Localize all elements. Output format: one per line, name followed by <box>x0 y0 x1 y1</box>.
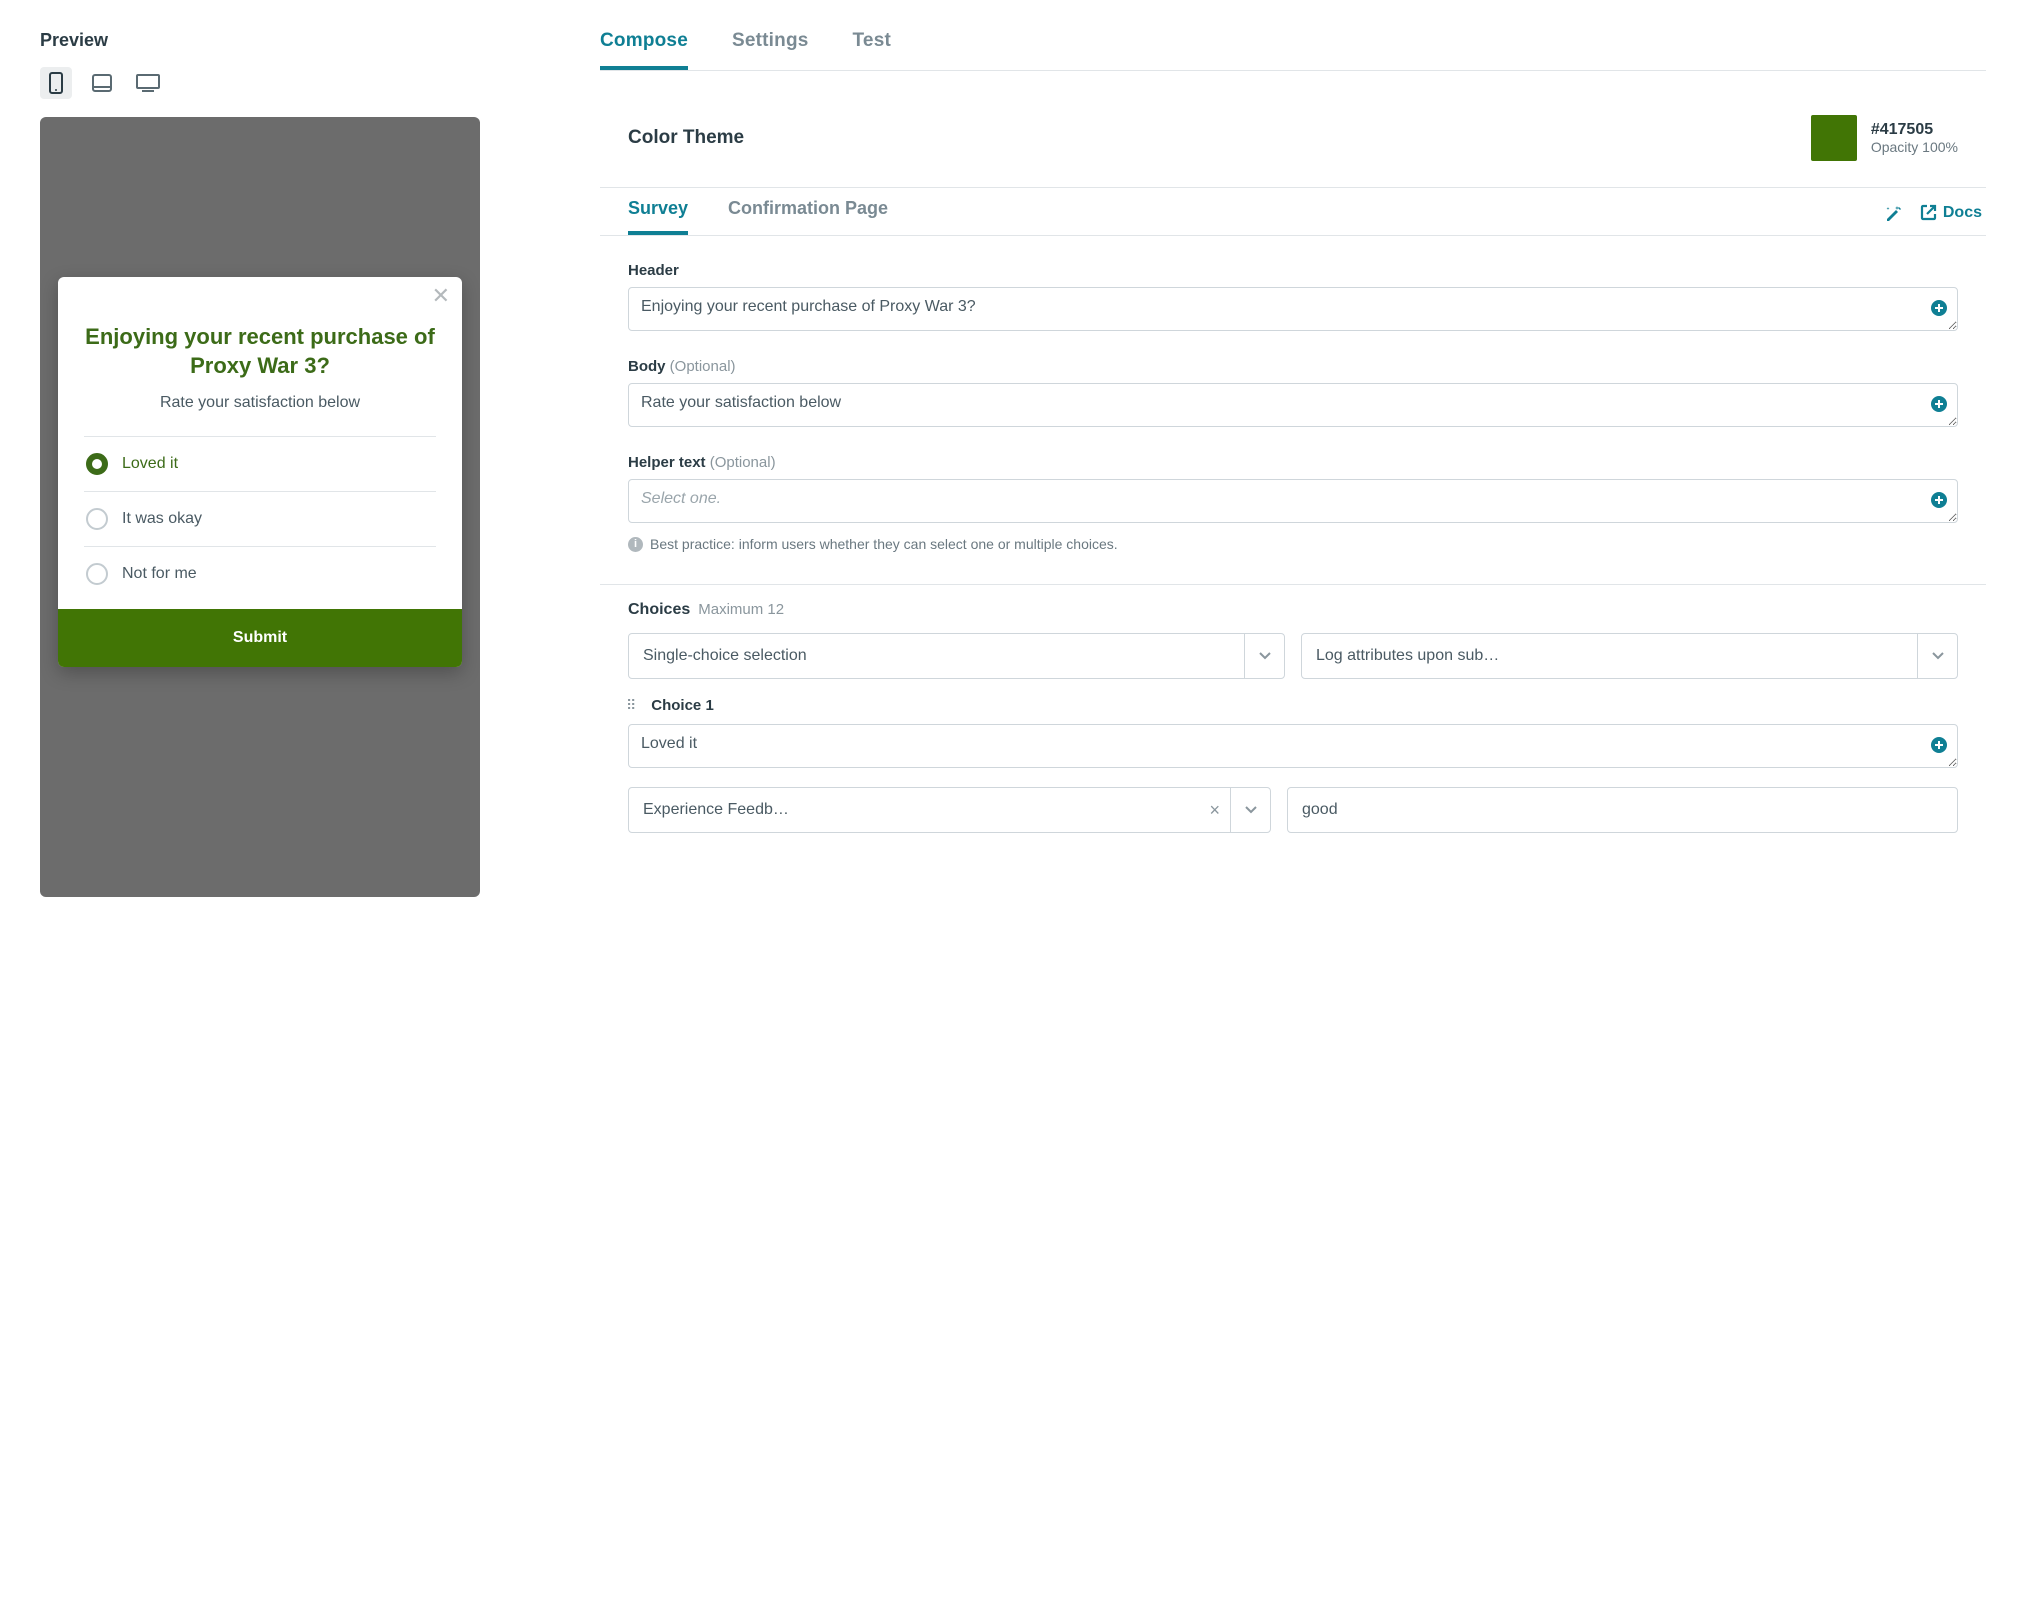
preview-title: Preview <box>40 30 480 51</box>
submit-button[interactable]: Submit <box>58 609 462 667</box>
body-field-label: Body (Optional) <box>628 358 1958 375</box>
tab-test[interactable]: Test <box>853 30 891 70</box>
docs-label: Docs <box>1943 204 1982 222</box>
survey-card: ✕ Enjoying your recent purchase of Proxy… <box>58 277 462 667</box>
choice-1-tag-select[interactable]: Experience Feedb… × <box>628 787 1271 833</box>
plus-circle-icon <box>1930 491 1948 509</box>
survey-body: Rate your satisfaction below <box>84 394 436 412</box>
subtab-survey[interactable]: Survey <box>628 198 688 235</box>
chevron-down-icon <box>1244 634 1284 678</box>
close-icon[interactable]: ✕ <box>432 285 450 307</box>
phone-icon <box>49 72 63 94</box>
select-value: Log attributes upon sub… <box>1302 647 1917 665</box>
choice-1-input[interactable] <box>628 724 1958 768</box>
tablet-icon <box>92 74 112 92</box>
helper-input[interactable] <box>628 479 1958 523</box>
magic-wand-button[interactable] <box>1884 204 1902 222</box>
magic-wand-icon <box>1884 204 1902 222</box>
survey-choice[interactable]: Loved it <box>84 436 436 491</box>
editor-tabs: Compose Settings Test <box>600 30 1986 71</box>
insert-variable-button[interactable] <box>1930 395 1948 413</box>
tab-settings[interactable]: Settings <box>732 30 809 70</box>
radio-icon <box>86 508 108 530</box>
device-tablet-button[interactable] <box>86 67 118 99</box>
chevron-down-icon <box>1230 788 1270 832</box>
preview-frame: ✕ Enjoying your recent purchase of Proxy… <box>40 117 480 897</box>
color-opacity: Opacity 100% <box>1871 139 1958 155</box>
plus-circle-icon <box>1930 299 1948 317</box>
insert-variable-button[interactable] <box>1930 736 1948 754</box>
header-input[interactable] <box>628 287 1958 331</box>
selection-type-select[interactable]: Single-choice selection <box>628 633 1285 679</box>
device-desktop-button[interactable] <box>132 67 164 99</box>
log-attributes-select[interactable]: Log attributes upon sub… <box>1301 633 1958 679</box>
helper-hint: i Best practice: inform users whether th… <box>628 536 1958 552</box>
subtab-confirmation[interactable]: Confirmation Page <box>728 198 888 235</box>
select-value: Single-choice selection <box>629 647 1244 665</box>
tab-compose[interactable]: Compose <box>600 30 688 70</box>
clear-tag-button[interactable]: × <box>1199 800 1230 821</box>
device-selector <box>40 67 480 99</box>
survey-choice[interactable]: It was okay <box>84 491 436 546</box>
insert-variable-button[interactable] <box>1930 299 1948 317</box>
survey-header: Enjoying your recent purchase of Proxy W… <box>84 323 436 380</box>
helper-field-label: Helper text (Optional) <box>628 454 1958 471</box>
radio-icon <box>86 453 108 475</box>
select-value: Experience Feedb… <box>629 801 1199 819</box>
chevron-down-icon <box>1917 634 1957 678</box>
docs-link[interactable]: Docs <box>1920 204 1982 222</box>
device-phone-button[interactable] <box>40 67 72 99</box>
choice-label: It was okay <box>122 510 202 528</box>
radio-icon <box>86 563 108 585</box>
drag-handle-icon[interactable]: ⠿ <box>626 697 637 714</box>
choice-1-attr-value-input[interactable] <box>1287 787 1958 833</box>
desktop-icon <box>136 74 160 92</box>
color-theme-title: Color Theme <box>628 127 744 149</box>
choices-max: Maximum 12 <box>698 601 784 618</box>
header-field-label: Header <box>628 262 1958 279</box>
survey-choice[interactable]: Not for me <box>84 546 436 601</box>
choice-label: Not for me <box>122 565 197 583</box>
plus-circle-icon <box>1930 736 1948 754</box>
info-icon: i <box>628 537 643 552</box>
color-hex: #417505 <box>1871 121 1958 139</box>
choice-label: Loved it <box>122 455 178 473</box>
plus-circle-icon <box>1930 395 1948 413</box>
body-input[interactable] <box>628 383 1958 427</box>
insert-variable-button[interactable] <box>1930 491 1948 509</box>
choice-1-label: Choice 1 <box>651 697 714 714</box>
choices-title: Choices <box>628 601 690 619</box>
external-link-icon <box>1920 204 1937 221</box>
color-swatch[interactable] <box>1811 115 1857 161</box>
